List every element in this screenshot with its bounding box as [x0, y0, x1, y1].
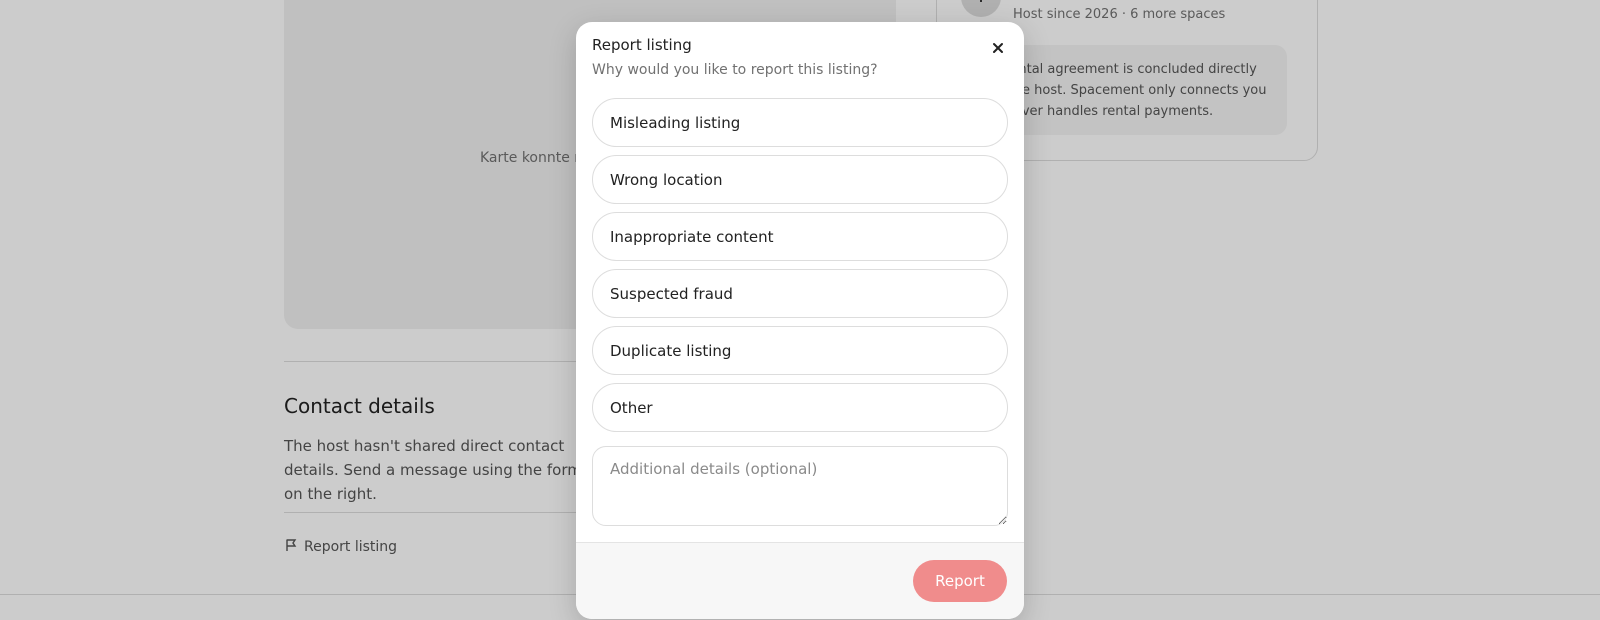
reason-label: Inappropriate content [610, 227, 774, 246]
reason-options: Misleading listing Wrong location Inappr… [592, 98, 1008, 440]
reason-option-wrong-location[interactable]: Wrong location [592, 155, 1008, 204]
reason-label: Other [610, 398, 653, 417]
dialog-footer: Report [576, 542, 1024, 619]
reason-option-other[interactable]: Other [592, 383, 1008, 432]
reason-option-misleading[interactable]: Misleading listing [592, 98, 1008, 147]
reason-option-duplicate[interactable]: Duplicate listing [592, 326, 1008, 375]
reason-label: Duplicate listing [610, 341, 732, 360]
dialog-title: Report listing [592, 36, 692, 54]
report-submit-button[interactable]: Report [913, 560, 1007, 602]
reason-label: Wrong location [610, 170, 723, 189]
reason-option-inappropriate[interactable]: Inappropriate content [592, 212, 1008, 261]
close-button[interactable] [986, 36, 1010, 60]
reason-option-fraud[interactable]: Suspected fraud [592, 269, 1008, 318]
report-dialog: Report listing Why would you like to rep… [576, 22, 1024, 619]
close-icon [992, 39, 1004, 58]
dialog-subtitle: Why would you like to report this listin… [592, 62, 878, 78]
additional-details-field[interactable] [592, 446, 1008, 526]
reason-label: Misleading listing [610, 113, 741, 132]
listing-page: Karte konnte nicht geladen werden. T Hos… [0, 0, 1600, 620]
reason-label: Suspected fraud [610, 284, 733, 303]
